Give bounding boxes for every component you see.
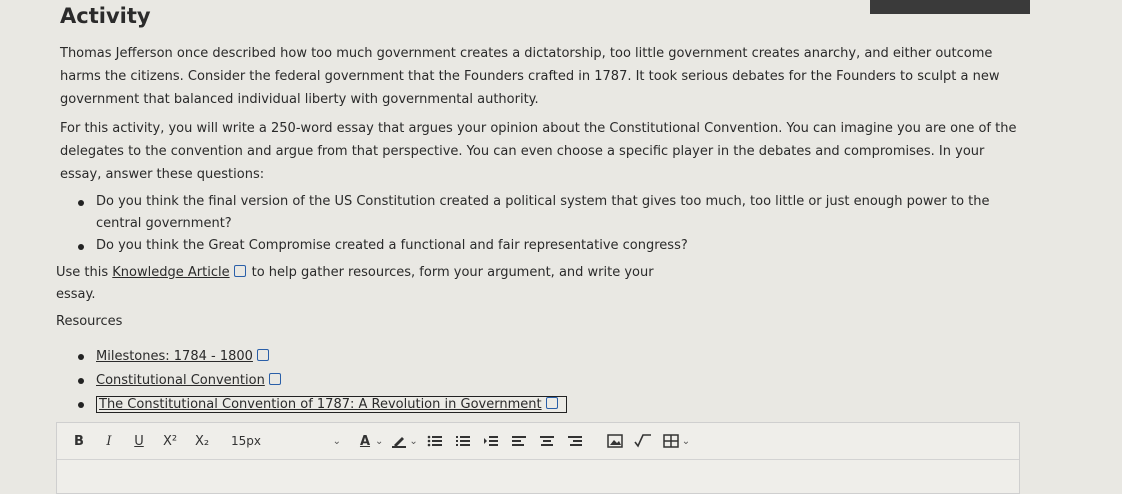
list-item: Do you think the final version of the US… (76, 191, 1006, 235)
resource-link-constitutional-convention[interactable]: Constitutional Convention (96, 373, 265, 388)
table-icon[interactable] (660, 427, 682, 455)
align-left-icon[interactable] (508, 427, 530, 455)
essay-editor[interactable]: B I U X² X₂ 15px ⌄ A ⌄ ⌄ ⌄ (56, 422, 1020, 494)
align-right-icon[interactable] (564, 427, 586, 455)
italic-icon[interactable]: I (97, 427, 121, 455)
image-icon[interactable] (604, 427, 626, 455)
superscript-icon[interactable]: X² (157, 427, 183, 455)
external-link-icon (256, 349, 269, 361)
resources-list: Milestones: 1784 - 1800 Constitutional C… (76, 345, 567, 417)
resource-link-milestones[interactable]: Milestones: 1784 - 1800 (96, 349, 253, 364)
font-size-select[interactable]: 15px ⌄ (221, 427, 349, 455)
intro-paragraph: Thomas Jefferson once described how too … (60, 46, 1000, 107)
resources-heading: Resources (56, 314, 123, 329)
bold-icon[interactable]: B (67, 427, 91, 455)
external-link-icon (545, 397, 558, 409)
align-center-icon[interactable] (536, 427, 558, 455)
questions-list: Do you think the final version of the US… (76, 191, 1006, 257)
bullet-list-icon[interactable] (424, 427, 446, 455)
knowledge-article-line: Use this Knowledge Article to help gather… (56, 262, 656, 306)
formula-icon[interactable] (632, 427, 654, 455)
list-item: Constitutional Convention (76, 369, 567, 393)
page-title: Activity (60, 4, 151, 28)
chevron-down-icon: ⌄ (332, 435, 341, 447)
numbered-list-icon[interactable] (452, 427, 474, 455)
chevron-down-icon[interactable]: ⌄ (409, 436, 417, 447)
subscript-icon[interactable]: X₂ (189, 427, 215, 455)
list-item: Do you think the Great Compromise create… (76, 235, 1006, 257)
list-item: The Constitutional Convention of 1787: A… (76, 393, 567, 417)
external-link-icon (233, 265, 246, 277)
chevron-down-icon[interactable]: ⌄ (375, 436, 383, 447)
knowledge-article-link[interactable]: Knowledge Article (112, 265, 229, 280)
chevron-down-icon[interactable]: ⌄ (682, 436, 690, 447)
list-item: Milestones: 1784 - 1800 (76, 345, 567, 369)
focused-link-box: The Constitutional Convention of 1787: A… (96, 396, 567, 413)
resource-link-revolution-in-government[interactable]: The Constitutional Convention of 1787: A… (99, 397, 542, 412)
editor-toolbar: B I U X² X₂ 15px ⌄ A ⌄ ⌄ ⌄ (57, 423, 1019, 460)
font-color-icon[interactable]: A (355, 427, 375, 455)
highlight-icon[interactable] (389, 427, 409, 455)
external-link-icon (268, 373, 281, 385)
font-size-value: 15px (231, 434, 261, 448)
instructions-paragraph: For this activity, you will write a 250-… (60, 121, 1017, 182)
indent-icon[interactable] (480, 427, 502, 455)
underline-icon[interactable]: U (127, 427, 151, 455)
top-dark-bar (870, 0, 1030, 14)
use-prefix: Use this (56, 265, 109, 280)
